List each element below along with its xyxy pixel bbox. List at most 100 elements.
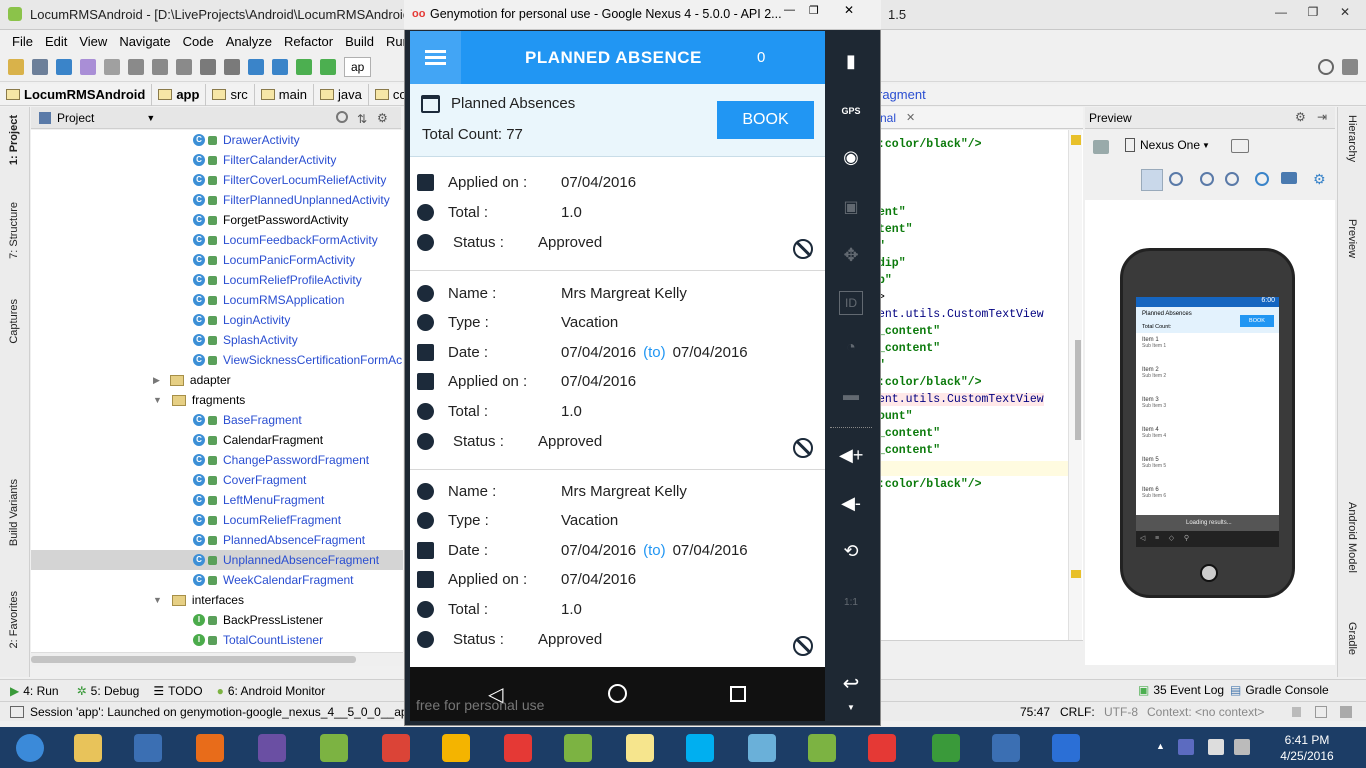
tree-item[interactable]: C FilterPlannedUnplannedActivity xyxy=(31,190,403,210)
tab-gradle[interactable]: Gradle xyxy=(1346,622,1358,655)
scale-icon[interactable]: 1:1 xyxy=(839,591,863,615)
taskbar-android-studio-2-icon[interactable] xyxy=(796,730,848,766)
absence-card[interactable]: Name : Mrs Margreat Kelly Type : Vacation Da… xyxy=(410,470,825,667)
tab-favorites[interactable]: 2: Favorites xyxy=(8,591,20,648)
collapse-icon[interactable]: ⇅ xyxy=(357,112,367,126)
run-config-select[interactable]: ap xyxy=(344,56,372,77)
tree-folder[interactable]: ▼ interfaces xyxy=(31,590,403,610)
menu-analyze[interactable]: Analyze xyxy=(226,34,272,49)
breadcrumb-main[interactable]: main xyxy=(255,83,314,106)
lock-icon[interactable] xyxy=(1292,707,1301,717)
tree-item[interactable]: C LeftMenuFragment xyxy=(31,490,403,510)
menu-navigate[interactable]: Navigate xyxy=(119,34,170,49)
editor-scrollbar[interactable] xyxy=(1068,130,1082,640)
make-module-icon[interactable] xyxy=(320,58,336,75)
tree-item[interactable]: C UnplannedAbsenceFragment xyxy=(31,550,403,570)
expand-icon[interactable]: ▼ xyxy=(839,703,863,715)
tree-item[interactable]: C LocumFeedbackFormActivity xyxy=(31,230,403,250)
tray-expand-icon[interactable]: ▲ xyxy=(1156,741,1165,751)
video-icon[interactable]: ▣ xyxy=(839,197,863,221)
toggle-panels-icon[interactable] xyxy=(10,705,24,718)
replace-icon[interactable] xyxy=(224,58,240,75)
taskbar-chrome-icon[interactable] xyxy=(370,730,422,766)
gps-icon[interactable]: GPS xyxy=(839,99,863,123)
code-editor[interactable]: :color/black"/> ent" tent" " dip" p" > ent.util… xyxy=(878,130,1083,640)
tab-debug[interactable]: ✲ 5: Debug xyxy=(77,684,140,698)
warning-marker[interactable] xyxy=(1071,570,1081,578)
tab-gradle-console[interactable]: ▤ Gradle Console xyxy=(1230,683,1329,697)
taskbar-genymotion-icon[interactable] xyxy=(492,730,544,766)
zoom-out-icon[interactable] xyxy=(1225,172,1239,186)
rss-icon[interactable]: ◔ xyxy=(839,339,863,363)
menu-edit[interactable]: Edit xyxy=(45,34,67,49)
scroll-thumb[interactable] xyxy=(31,656,356,663)
tab-hierarchy[interactable]: Hierarchy xyxy=(1346,115,1358,162)
tree-item[interactable]: C ForgetPasswordActivity xyxy=(31,210,403,230)
hide-icon[interactable]: ⇥ xyxy=(1317,110,1327,124)
tree-item[interactable]: I BackPressListener xyxy=(31,610,403,630)
screenshot-icon[interactable] xyxy=(1281,172,1297,184)
taskbar-spreadsheet-icon[interactable] xyxy=(920,730,972,766)
line-separator[interactable]: CRLF: xyxy=(1060,705,1095,719)
volume-icon[interactable] xyxy=(1234,739,1250,755)
tree-item[interactable]: C LoginActivity xyxy=(31,310,403,330)
tab-captures[interactable]: Captures xyxy=(8,299,20,344)
battery-icon[interactable]: ▮ xyxy=(839,51,863,75)
taskbar-calculator-icon[interactable] xyxy=(430,730,482,766)
back-arrow-icon[interactable]: ↩ xyxy=(839,671,863,695)
network-icon[interactable] xyxy=(1208,739,1224,755)
paste-icon[interactable] xyxy=(176,58,192,75)
config-icon[interactable] xyxy=(1093,140,1109,154)
book-button[interactable]: BOOK xyxy=(717,101,814,139)
refresh-icon[interactable] xyxy=(1255,172,1269,186)
taskbar-sticky-notes-icon[interactable] xyxy=(614,730,666,766)
redo-icon[interactable] xyxy=(104,58,120,75)
zoom-fit-icon[interactable] xyxy=(1141,169,1163,191)
menu-code[interactable]: Code xyxy=(183,34,214,49)
volume-down-icon[interactable]: ◀- xyxy=(839,493,863,517)
tree-item[interactable]: C DrawerActivity xyxy=(31,130,403,150)
taskbar-notepad-plus-icon[interactable] xyxy=(552,730,604,766)
menu-build[interactable]: Build xyxy=(345,34,374,49)
tree-item[interactable]: C BaseFragment xyxy=(31,410,403,430)
search-icon[interactable] xyxy=(1318,59,1334,75)
tree-item[interactable]: C CoverFragment xyxy=(31,470,403,490)
tray-app-icon[interactable] xyxy=(1178,739,1194,755)
save-icon[interactable] xyxy=(32,58,48,75)
horizontal-scrollbar[interactable] xyxy=(31,652,403,666)
tree-item[interactable]: C ChangePasswordFragment xyxy=(31,450,403,470)
tab-preview[interactable]: Preview xyxy=(1346,219,1358,258)
absence-card-partial[interactable]: Applied on : 07/04/2016 Total : 1.0 Stat… xyxy=(410,157,825,271)
open-icon[interactable] xyxy=(8,58,24,75)
notification-count[interactable]: 0 xyxy=(757,49,765,66)
close-icon[interactable]: ✕ xyxy=(844,3,864,17)
nav-recents-icon[interactable] xyxy=(730,686,746,702)
volume-up-icon[interactable]: ◀+ xyxy=(839,445,863,469)
tab-build-variants[interactable]: Build Variants xyxy=(8,479,20,546)
tab-run[interactable]: ▶ 4: Run xyxy=(10,684,59,698)
orientation-icon[interactable] xyxy=(1231,139,1249,153)
tree-item[interactable]: I TotalCountListener xyxy=(31,630,403,650)
chevron-down-icon[interactable]: ▼ xyxy=(146,113,155,123)
forward-icon[interactable] xyxy=(272,58,288,75)
taskbar-text-editor-icon[interactable] xyxy=(980,730,1032,766)
breadcrumb-java[interactable]: java xyxy=(314,83,369,106)
tree-item[interactable]: C FilterCoverLocumReliefActivity xyxy=(31,170,403,190)
editor-tab[interactable]: nal xyxy=(880,111,896,125)
tree-folder[interactable]: ▼ fragments xyxy=(31,390,403,410)
tree-item[interactable]: C CalendarFragment xyxy=(31,430,403,450)
tree-item[interactable]: C SplashActivity xyxy=(31,330,403,350)
taskbar-file-explorer-icon[interactable] xyxy=(62,730,114,766)
undo-icon[interactable] xyxy=(80,58,96,75)
maximize-icon[interactable]: ❐ xyxy=(809,4,829,17)
taskbar-upload-icon[interactable] xyxy=(1040,730,1092,766)
caret-position[interactable]: 75:47 xyxy=(1020,705,1050,719)
camera-icon[interactable]: ◉ xyxy=(839,147,863,171)
gear-icon[interactable]: ⚙ xyxy=(1313,171,1326,188)
breadcrumb-src[interactable]: src xyxy=(206,83,255,106)
back-icon[interactable] xyxy=(248,58,264,75)
taskbar-media-player-icon[interactable] xyxy=(122,730,174,766)
copy-icon[interactable] xyxy=(152,58,168,75)
absence-card[interactable]: Name : Mrs Margreat Kelly Type : Vacation Da… xyxy=(410,272,825,470)
event-icon[interactable] xyxy=(1340,706,1352,718)
